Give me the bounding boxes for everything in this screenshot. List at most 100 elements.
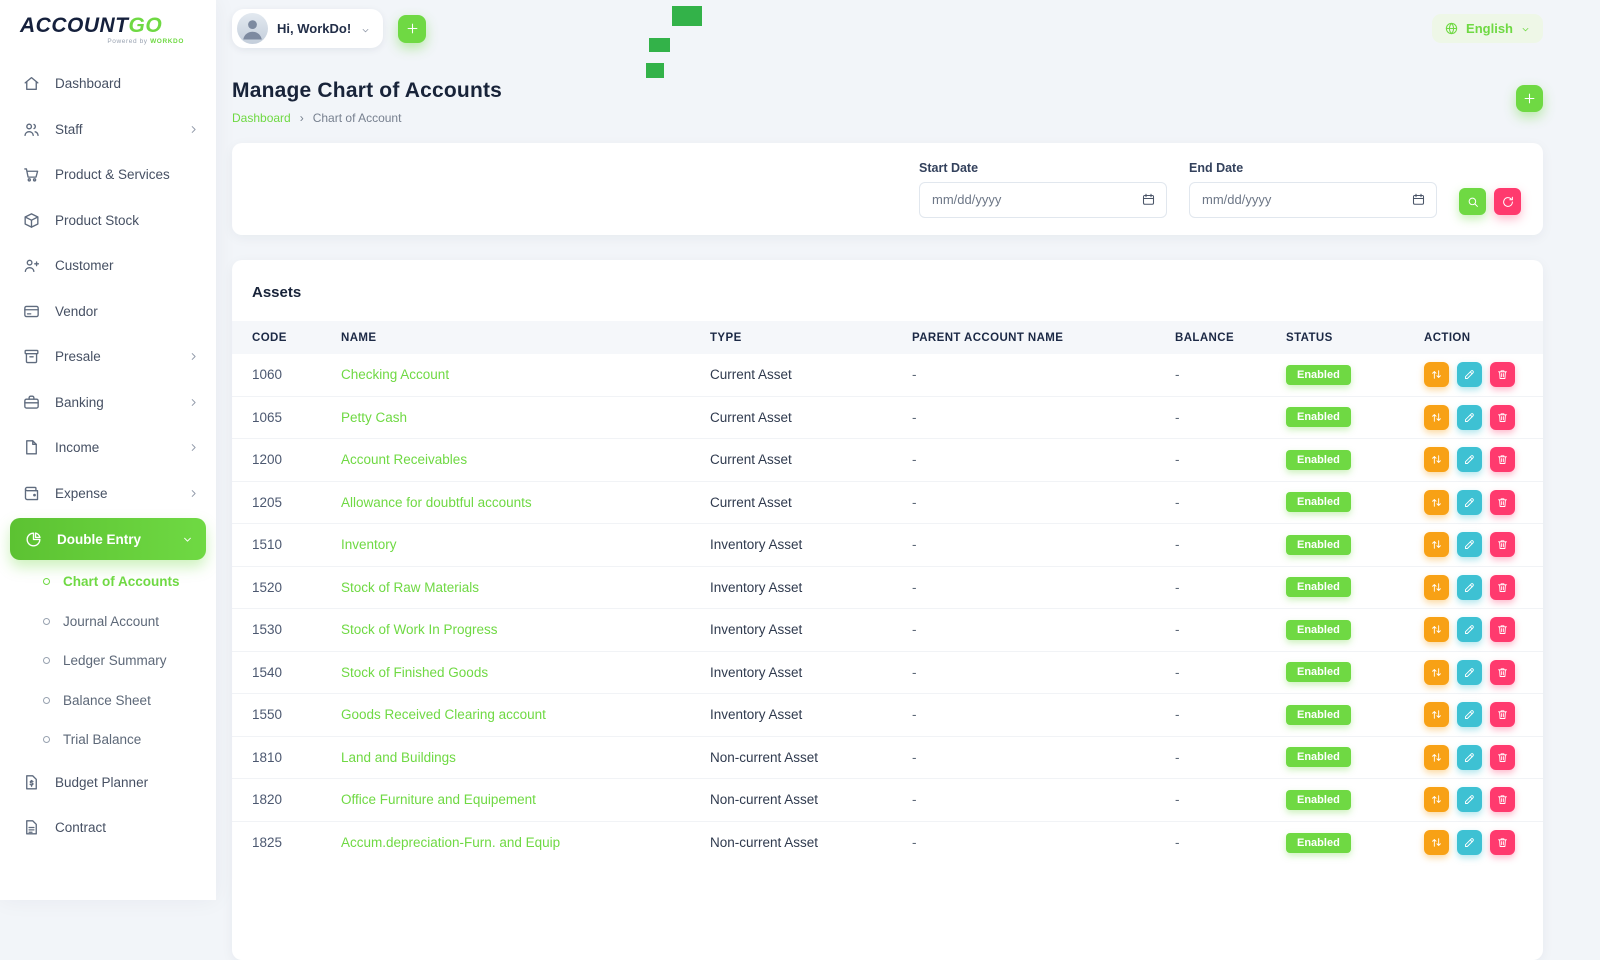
transfer-button[interactable]: [1424, 617, 1449, 642]
account-name-link[interactable]: Stock of Work In Progress: [341, 622, 498, 637]
account-code: 1510: [252, 537, 341, 552]
home-icon: [22, 74, 41, 93]
sidebar-subitem-chart-of-accounts[interactable]: Chart of Accounts: [0, 562, 216, 602]
account-type: Current Asset: [710, 367, 912, 382]
delete-button[interactable]: [1490, 447, 1515, 472]
sidebar-item-product-stock[interactable]: Product Stock: [0, 198, 216, 244]
edit-button[interactable]: [1457, 405, 1482, 430]
briefcase-icon: [22, 393, 41, 412]
edit-button[interactable]: [1457, 702, 1482, 727]
delete-button[interactable]: [1490, 617, 1515, 642]
edit-button[interactable]: [1457, 447, 1482, 472]
column-header-action: ACTION: [1424, 332, 1523, 344]
sidebar-item-double-entry[interactable]: Double Entry: [10, 518, 206, 560]
edit-button[interactable]: [1457, 830, 1482, 855]
transfer-button[interactable]: [1424, 447, 1449, 472]
sidebar-subitem-trial-balance[interactable]: Trial Balance: [0, 720, 216, 760]
account-name-link[interactable]: Checking Account: [341, 367, 449, 382]
delete-button[interactable]: [1490, 830, 1515, 855]
brand-name-primary: ACCOUNT: [20, 14, 129, 37]
globe-icon: [1444, 21, 1459, 36]
table-header: CODENAMETYPEPARENT ACCOUNT NAMEBALANCEST…: [232, 321, 1543, 354]
sidebar-item-label: Income: [55, 440, 173, 455]
account-name-link[interactable]: Goods Received Clearing account: [341, 707, 546, 722]
account-name-link[interactable]: Stock of Finished Goods: [341, 665, 488, 680]
delete-button[interactable]: [1490, 490, 1515, 515]
render-artifact: [672, 6, 702, 26]
account-type: Non-current Asset: [710, 750, 912, 765]
breadcrumb-dashboard-link[interactable]: Dashboard: [232, 111, 291, 125]
edit-button[interactable]: [1457, 787, 1482, 812]
transfer-button[interactable]: [1424, 660, 1449, 685]
account-name-link[interactable]: Petty Cash: [341, 410, 407, 425]
user-menu[interactable]: Hi, WorkDo!: [232, 9, 383, 48]
sidebar-subitem-balance-sheet[interactable]: Balance Sheet: [0, 681, 216, 721]
account-name-link[interactable]: Stock of Raw Materials: [341, 580, 479, 595]
transfer-button[interactable]: [1424, 405, 1449, 430]
delete-button[interactable]: [1490, 405, 1515, 430]
transfer-button[interactable]: [1424, 532, 1449, 557]
account-type: Current Asset: [710, 452, 912, 467]
table-row: 1065 Petty Cash Current Asset - - Enable…: [232, 397, 1543, 440]
account-type: Inventory Asset: [710, 707, 912, 722]
table-body: 1060 Checking Account Current Asset - - …: [232, 354, 1543, 864]
account-name-link[interactable]: Office Furniture and Equipement: [341, 792, 536, 807]
create-account-button[interactable]: [1516, 85, 1543, 112]
edit-button[interactable]: [1457, 362, 1482, 387]
delete-button[interactable]: [1490, 702, 1515, 727]
transfer-button[interactable]: [1424, 702, 1449, 727]
sidebar-item-customer[interactable]: Customer: [0, 243, 216, 289]
sidebar-item-dashboard[interactable]: Dashboard: [0, 61, 216, 107]
delete-button[interactable]: [1490, 660, 1515, 685]
transfer-button[interactable]: [1424, 830, 1449, 855]
transfer-button[interactable]: [1424, 787, 1449, 812]
sidebar-item-banking[interactable]: Banking: [0, 380, 216, 426]
edit-button[interactable]: [1457, 490, 1482, 515]
end-date-input[interactable]: [1200, 191, 1405, 208]
transfer-button[interactable]: [1424, 362, 1449, 387]
sidebar-item-income[interactable]: Income: [0, 425, 216, 471]
reset-button[interactable]: [1494, 188, 1521, 215]
transfer-button[interactable]: [1424, 575, 1449, 600]
account-name-link[interactable]: Accum.depreciation-Furn. and Equip: [341, 835, 560, 850]
sidebar-item-budget-planner[interactable]: Budget Planner: [0, 760, 216, 806]
row-actions: [1424, 362, 1523, 387]
filter-card: Start Date End Date: [232, 143, 1543, 235]
delete-button[interactable]: [1490, 575, 1515, 600]
sidebar-item-product-services[interactable]: Product & Services: [0, 152, 216, 198]
sidebar-nav: DashboardStaffProduct & ServicesProduct …: [0, 51, 216, 851]
account-name-link[interactable]: Land and Buildings: [341, 750, 456, 765]
delete-button[interactable]: [1490, 362, 1515, 387]
sidebar-item-presale[interactable]: Presale: [0, 334, 216, 380]
sidebar-item-staff[interactable]: Staff: [0, 107, 216, 153]
transfer-button[interactable]: [1424, 490, 1449, 515]
brand-logo[interactable]: ACCOUNTGO Powered by WORKDO: [0, 0, 216, 51]
delete-button[interactable]: [1490, 787, 1515, 812]
language-selector[interactable]: English: [1432, 14, 1543, 43]
quick-add-button[interactable]: [398, 15, 426, 43]
account-name-link[interactable]: Allowance for doubtful accounts: [341, 495, 532, 510]
sidebar-item-vendor[interactable]: Vendor: [0, 289, 216, 335]
account-name-link[interactable]: Inventory: [341, 537, 397, 552]
search-button[interactable]: [1459, 188, 1486, 215]
edit-button[interactable]: [1457, 660, 1482, 685]
edit-button[interactable]: [1457, 617, 1482, 642]
column-header-code: CODE: [252, 332, 341, 344]
start-date-input[interactable]: [930, 191, 1135, 208]
sidebar-item-expense[interactable]: Expense: [0, 471, 216, 517]
delete-button[interactable]: [1490, 532, 1515, 557]
account-code: 1060: [252, 367, 341, 382]
account-name-link[interactable]: Account Receivables: [341, 452, 467, 467]
edit-button[interactable]: [1457, 745, 1482, 770]
edit-button[interactable]: [1457, 575, 1482, 600]
sidebar-item-label: Double Entry: [57, 532, 167, 547]
calendar-icon[interactable]: [1411, 192, 1426, 207]
transfer-button[interactable]: [1424, 745, 1449, 770]
edit-button[interactable]: [1457, 532, 1482, 557]
sidebar-item-contract[interactable]: Contract: [0, 805, 216, 851]
sidebar-subitem-ledger-summary[interactable]: Ledger Summary: [0, 641, 216, 681]
sidebar-subitem-journal-account[interactable]: Journal Account: [0, 602, 216, 642]
start-date-group: Start Date: [919, 161, 1167, 218]
calendar-icon[interactable]: [1141, 192, 1156, 207]
delete-button[interactable]: [1490, 745, 1515, 770]
